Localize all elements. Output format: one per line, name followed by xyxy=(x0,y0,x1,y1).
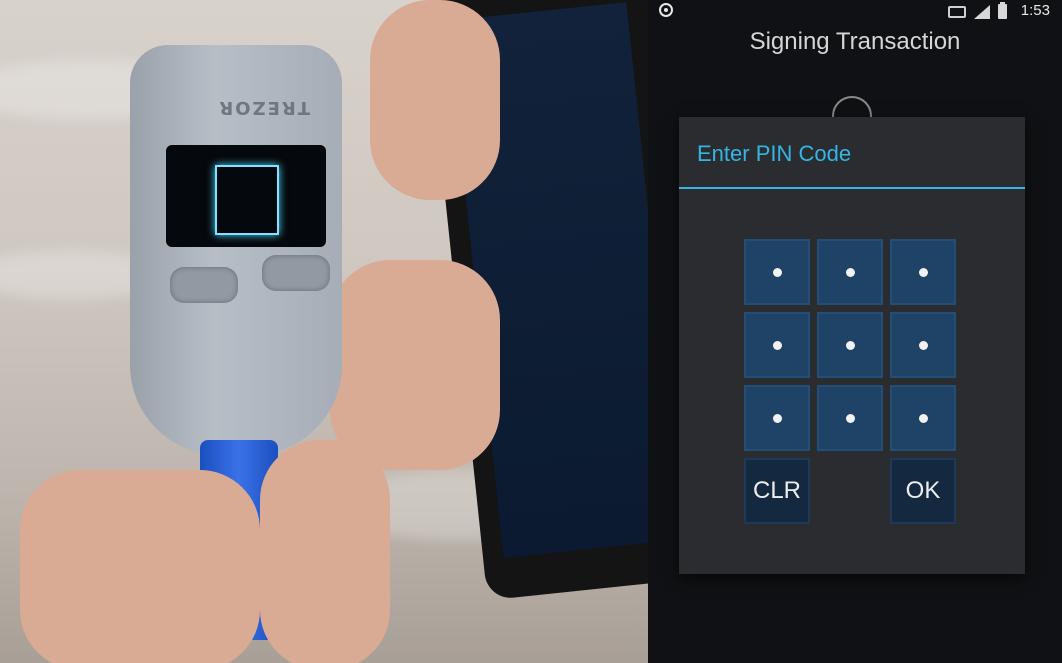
pin-key-1[interactable] xyxy=(744,239,810,305)
pin-dot-icon xyxy=(773,414,782,423)
clear-button[interactable]: CLR xyxy=(744,458,810,524)
trezor-left-button xyxy=(170,267,238,303)
trezor-logo: TREZOR xyxy=(217,97,310,118)
trezor-pin-grid xyxy=(215,165,279,235)
background-photo: TREZOR xyxy=(0,0,648,663)
phone-screen: 1:53 Signing Transaction Enter PIN Code … xyxy=(648,0,1062,663)
status-clock: 1:53 xyxy=(1020,2,1050,19)
hand xyxy=(260,440,390,663)
pin-dot-icon xyxy=(846,414,855,423)
pin-dot-icon xyxy=(846,268,855,277)
battery-icon xyxy=(998,2,1007,19)
pin-dot-icon xyxy=(846,341,855,350)
page-title: Signing Transaction xyxy=(749,28,961,55)
pin-key-6[interactable] xyxy=(890,312,956,378)
pin-key-4[interactable] xyxy=(744,312,810,378)
hand xyxy=(330,260,500,470)
dialog-title: Enter PIN Code xyxy=(697,141,852,166)
cast-icon xyxy=(948,5,966,18)
signal-icon xyxy=(974,4,990,19)
trezor-right-button xyxy=(262,255,330,291)
pin-dot-icon xyxy=(919,414,928,423)
pin-key-3[interactable] xyxy=(890,239,956,305)
pin-key-5[interactable] xyxy=(817,312,883,378)
pin-dialog: Enter PIN Code CLR OK xyxy=(679,117,1025,574)
pin-key-2[interactable] xyxy=(817,239,883,305)
record-icon xyxy=(659,3,673,17)
pin-dot-icon xyxy=(919,268,928,277)
pin-key-9[interactable] xyxy=(890,385,956,451)
hand xyxy=(20,470,260,663)
ok-button[interactable]: OK xyxy=(890,458,956,524)
status-icons xyxy=(948,2,1007,19)
pin-dot-icon xyxy=(773,341,782,350)
pin-dot-icon xyxy=(919,341,928,350)
pin-dot-icon xyxy=(773,268,782,277)
hand xyxy=(370,0,500,200)
pin-key-7[interactable] xyxy=(744,385,810,451)
dialog-divider xyxy=(679,187,1025,189)
pin-key-8[interactable] xyxy=(817,385,883,451)
status-bar: 1:53 xyxy=(648,0,1062,24)
